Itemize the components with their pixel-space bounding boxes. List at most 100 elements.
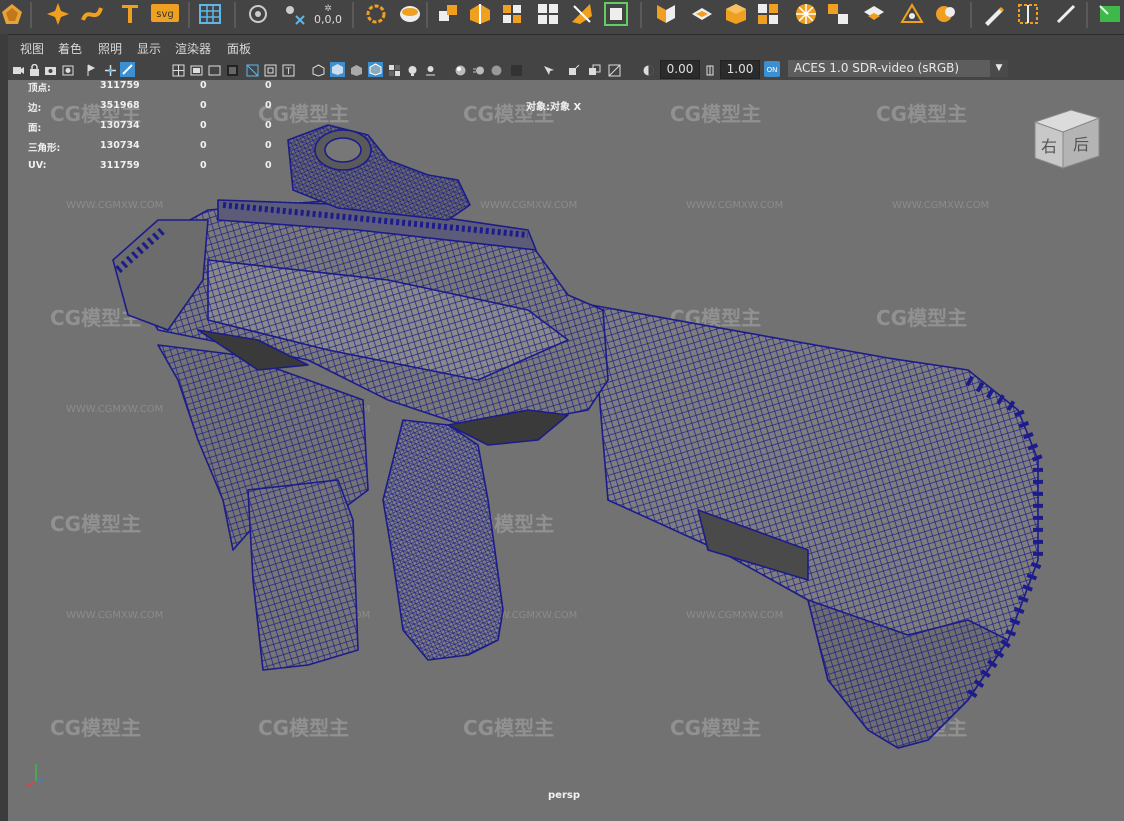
lights-icon[interactable] — [406, 62, 419, 76]
hud-value: 0 — [265, 100, 272, 111]
gamma-icon[interactable] — [704, 62, 717, 76]
smooth-shade-icon[interactable] — [330, 62, 345, 77]
fill-hole-icon[interactable] — [756, 2, 780, 26]
color-management-icon[interactable]: ON — [764, 61, 780, 77]
view-transform-icon[interactable] — [104, 62, 117, 76]
polygon-split-icon[interactable] — [468, 2, 492, 26]
view-transform-select[interactable]: ACES 1.0 SDR-video (sRGB) ▼ — [788, 60, 1008, 77]
hud-value: 0 — [200, 140, 207, 151]
svg-tool-icon[interactable]: svg — [150, 2, 180, 26]
hud-label: 面: — [28, 123, 42, 134]
shelf-separator — [426, 2, 428, 28]
hud-value: 0 — [200, 80, 207, 91]
weapon-mesh[interactable] — [8, 80, 1124, 821]
gamma-field[interactable]: 1.00 — [720, 60, 760, 79]
menu-panels[interactable]: 面板 — [227, 40, 251, 57]
shelf-separator — [970, 2, 972, 28]
uv-layout-icon[interactable] — [826, 2, 850, 26]
lasso-circle-icon[interactable] — [364, 2, 388, 26]
image-plane-icon[interactable] — [84, 62, 97, 76]
resolution-gate-icon[interactable] — [208, 62, 221, 76]
sphere-icon[interactable] — [862, 2, 886, 26]
xray-joints-icon[interactable] — [588, 62, 601, 75]
safe-action-icon[interactable] — [264, 62, 277, 77]
textured-icon[interactable] — [388, 62, 401, 76]
hud-label: 三角形: — [28, 143, 61, 154]
transform-coords-icon[interactable]: ✲ 0,0,0 — [312, 2, 344, 26]
anti-alias-icon[interactable] — [490, 62, 503, 76]
shelf-separator — [30, 2, 32, 28]
hud-value: 351968 — [100, 100, 140, 111]
svg-label: svg — [156, 9, 173, 20]
cube-icon[interactable] — [794, 2, 818, 26]
menu-renderer[interactable]: 渲染器 — [175, 40, 211, 57]
hud-object-label: 对象:对象 X — [526, 102, 582, 113]
view-cube-face-right[interactable]: 右 — [1041, 137, 1057, 156]
grease-pencil-icon[interactable] — [120, 62, 135, 77]
backface-culling-icon[interactable] — [608, 62, 621, 77]
camera-select-icon[interactable] — [12, 62, 25, 75]
view-transform-value: ACES 1.0 SDR-video (sRGB) — [794, 61, 960, 75]
slash-tool-icon[interactable] — [1054, 2, 1078, 26]
shelf-separator — [352, 2, 354, 28]
shelf-separator — [1086, 2, 1088, 28]
type-tool-icon[interactable] — [118, 2, 142, 26]
menu-shading[interactable]: 着色 — [58, 40, 82, 57]
ambient-occlusion-icon[interactable] — [454, 62, 467, 76]
motion-blur-icon[interactable] — [472, 62, 485, 75]
shadows-icon[interactable] — [424, 62, 437, 76]
combine-icon[interactable] — [570, 2, 594, 26]
wireframe-on-shaded-icon[interactable] — [368, 62, 383, 77]
exposure-field[interactable]: 0.00 — [660, 60, 700, 79]
camera-attributes-icon[interactable] — [44, 62, 57, 75]
default-material-icon[interactable] — [350, 62, 363, 76]
app-logo-icon[interactable] — [0, 2, 24, 26]
hud-row-faces: 面: 130734 0 0 — [8, 120, 288, 134]
measure-icon[interactable] — [1016, 2, 1040, 26]
cube-green-icon[interactable] — [1098, 2, 1122, 26]
sparkle-tool-icon[interactable] — [46, 2, 70, 26]
exposure-icon[interactable] — [642, 62, 655, 76]
safe-title-icon[interactable]: T — [282, 62, 295, 77]
curve-tool-icon[interactable] — [80, 2, 104, 26]
extrude-icon[interactable] — [436, 2, 460, 26]
hud-row-triangles: 三角形: 130734 0 0 — [8, 140, 288, 154]
separate-icon[interactable] — [604, 2, 628, 26]
grid-toggle-icon[interactable] — [172, 62, 185, 77]
bridge-icon[interactable] — [690, 2, 714, 26]
shelf-separator — [640, 2, 642, 28]
lattice-tool-icon[interactable] — [246, 2, 270, 26]
snap-points-icon[interactable] — [282, 2, 306, 26]
bevel-icon[interactable] — [398, 2, 422, 26]
hud-value: 0 — [200, 100, 207, 111]
isolate-select-icon[interactable] — [542, 62, 555, 75]
multi-cut-icon[interactable] — [724, 2, 748, 26]
hud-label: 边: — [28, 103, 42, 114]
wireframe-icon[interactable] — [312, 62, 325, 77]
menu-view[interactable]: 视图 — [20, 40, 44, 57]
3d-viewport[interactable]: CG模型主 CG模型主 CG模型主 CG模型主 CG模型主 WWW.CGMXW.… — [8, 80, 1124, 821]
depth-of-field-icon[interactable] — [510, 62, 523, 76]
grid-tool-icon[interactable] — [198, 2, 222, 26]
plane-icon[interactable] — [900, 2, 924, 26]
mirror-icon[interactable] — [654, 2, 678, 26]
hud-value: 311759 — [100, 80, 140, 91]
cone-icon[interactable] — [934, 2, 958, 26]
menu-show[interactable]: 显示 — [137, 40, 161, 57]
svg-text:ON: ON — [767, 66, 778, 74]
film-gate-icon[interactable] — [190, 62, 203, 76]
menu-lighting[interactable]: 照明 — [98, 40, 122, 57]
camera-lock-icon[interactable] — [28, 62, 41, 76]
panel-toolbar: T 0.00 1.00 ON ACES 1.0 SDR-video (sRGB)… — [8, 58, 1124, 80]
xray-icon[interactable] — [568, 62, 581, 75]
hud-value: 0 — [265, 80, 272, 91]
merge-icon[interactable] — [500, 2, 524, 26]
pen-icon[interactable] — [982, 2, 1006, 26]
extract-icon[interactable] — [536, 2, 560, 26]
gate-mask-icon[interactable] — [226, 62, 239, 76]
field-chart-icon[interactable] — [246, 62, 259, 77]
view-cube[interactable]: 右 后 — [1033, 108, 1103, 170]
hud-row-edges: 边: 351968 0 0 — [8, 100, 288, 114]
view-cube-face-back[interactable]: 后 — [1073, 135, 1089, 154]
bookmark-icon[interactable] — [62, 62, 75, 76]
